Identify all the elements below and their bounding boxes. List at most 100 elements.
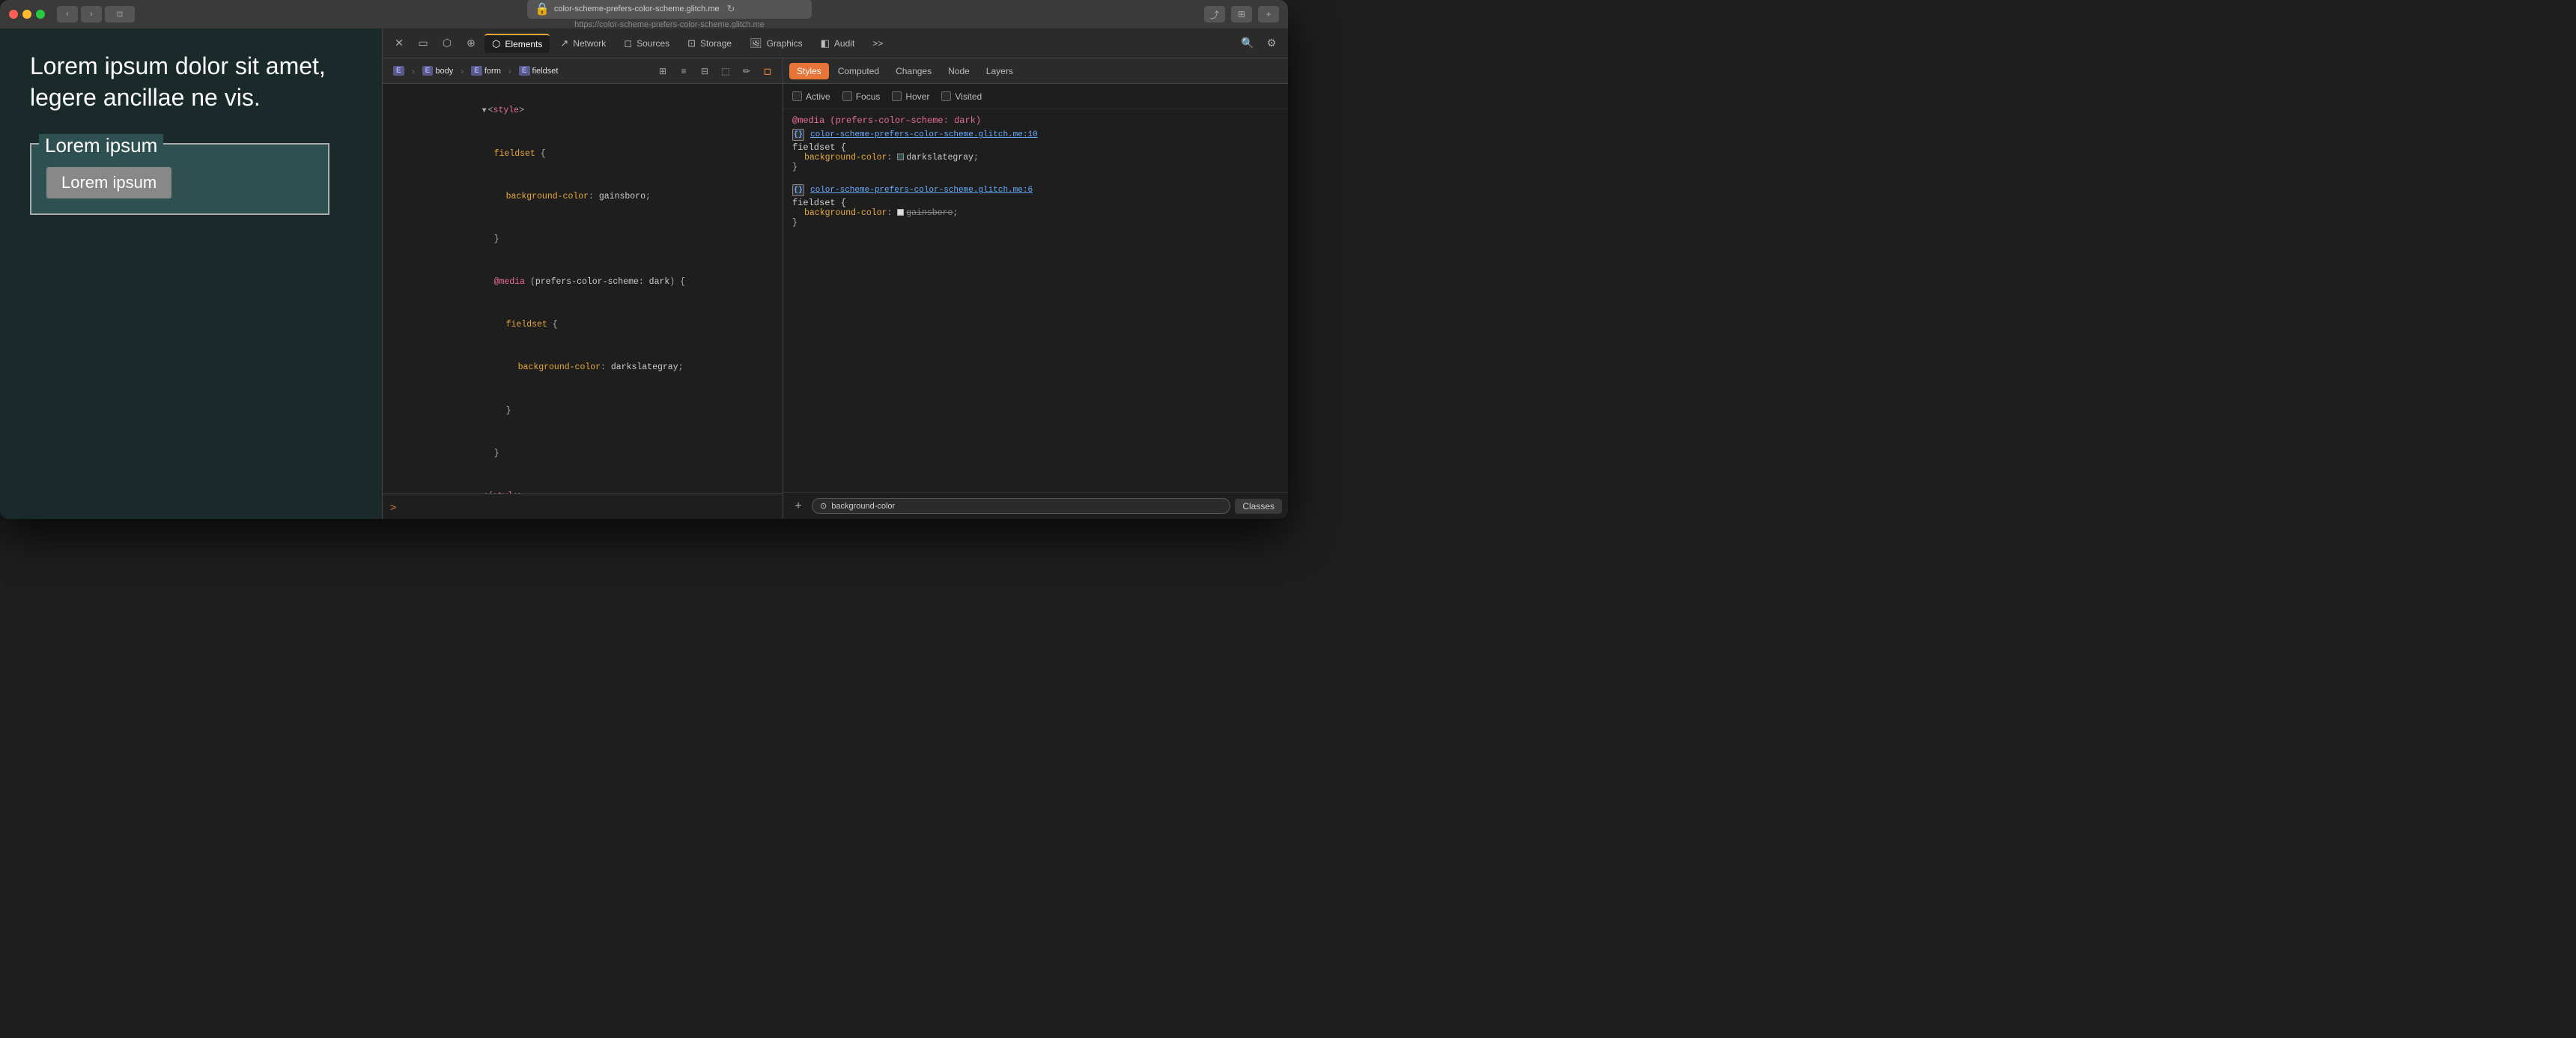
- breadcrumb-root[interactable]: E: [389, 64, 409, 77]
- toolbar-right: ⤴ ⊞ +: [1204, 6, 1279, 22]
- rule-val-dark[interactable]: darkslategray: [906, 153, 973, 163]
- minimize-button[interactable]: [22, 10, 31, 19]
- rule-source-base: {} color-scheme-prefers-color-scheme.gli…: [792, 184, 1279, 196]
- preview-button[interactable]: Lorem ipsum: [46, 167, 171, 198]
- visited-checkbox[interactable]: [941, 91, 951, 101]
- hover-checkbox[interactable]: [892, 91, 902, 101]
- console-bar: >: [383, 494, 783, 519]
- filter-text[interactable]: background-color: [831, 502, 895, 511]
- breadcrumb-badge-body: E: [422, 66, 434, 76]
- browser-preview: Lorem ipsum dolor sit amet,legere ancill…: [0, 28, 382, 519]
- search-button[interactable]: 🔍: [1237, 33, 1258, 54]
- code-style-close[interactable]: </style>: [383, 476, 783, 494]
- back-button[interactable]: ‹: [57, 6, 78, 22]
- rule-selector-dark: fieldset {: [792, 142, 1279, 153]
- code-css-close-dark[interactable]: }: [383, 389, 783, 432]
- code-css-close-1[interactable]: }: [383, 219, 783, 261]
- media-query-label: @media (prefers-color–scheme: dark): [792, 115, 1279, 126]
- rule-prop-dark[interactable]: background-color: [804, 153, 887, 163]
- graphics-tab-label: Graphics: [767, 38, 803, 49]
- styles-panel: Styles Computed Changes Node Layers Acti…: [783, 58, 1288, 519]
- tab-styles[interactable]: Styles: [789, 63, 829, 79]
- preview-fieldset: Lorem ipsum Lorem ipsum: [30, 143, 329, 215]
- breadcrumb-form[interactable]: E form: [467, 64, 505, 77]
- sidebar-toggle[interactable]: ⊡: [105, 6, 135, 22]
- code-css-bg-dark[interactable]: background-color: darkslategray;: [383, 347, 783, 389]
- sources-tab-label: Sources: [637, 38, 669, 49]
- state-active[interactable]: Active: [792, 91, 830, 102]
- tab-sources[interactable]: ◻ Sources: [616, 34, 677, 52]
- share-button[interactable]: ⤴: [1204, 6, 1225, 22]
- tab-elements[interactable]: ⬡ Elements: [484, 34, 550, 53]
- elements-tab-icon: ⬡: [492, 38, 500, 50]
- color-scheme-tool[interactable]: ◻: [759, 62, 777, 80]
- refresh-button[interactable]: ↻: [727, 3, 735, 15]
- maximize-button[interactable]: [36, 10, 45, 19]
- tab-storage[interactable]: ⊡ Storage: [680, 34, 739, 52]
- state-visited[interactable]: Visited: [941, 91, 982, 102]
- elements-tab-label: Elements: [505, 39, 542, 49]
- inspect-button[interactable]: ⬡: [437, 33, 458, 54]
- tab-more[interactable]: >>: [865, 35, 890, 52]
- devtools-toolbar: ✕ ▭ ⬡ ⊕ ⬡ Elements ↗ Network ◻ Sources ⊡: [383, 28, 1288, 58]
- layout-grid-tool[interactable]: ⊞: [654, 62, 672, 80]
- rule-val-base[interactable]: gainsboro: [906, 208, 953, 218]
- color-swatch-base[interactable]: [897, 209, 904, 216]
- paint-tool[interactable]: ✏: [738, 62, 756, 80]
- dock-button[interactable]: ▭: [413, 33, 434, 54]
- rule-semi-dark: ;: [973, 153, 979, 163]
- url-bar[interactable]: 🔒 color-scheme-prefers-color-scheme.glit…: [527, 0, 812, 19]
- storage-tab-label: Storage: [700, 38, 732, 49]
- tab-computed[interactable]: Computed: [830, 63, 887, 79]
- add-rule-button[interactable]: +: [789, 497, 807, 515]
- active-label: Active: [806, 91, 830, 102]
- forward-button[interactable]: ›: [81, 6, 102, 22]
- focus-checkbox[interactable]: [842, 91, 852, 101]
- sources-tab-icon: ◻: [624, 37, 632, 49]
- rule-file-base[interactable]: color-scheme-prefers-color-scheme.glitch…: [810, 186, 1033, 195]
- color-swatch-dark[interactable]: [897, 154, 904, 160]
- graphics-tab-icon: 🖼: [750, 37, 762, 49]
- breadcrumb-body[interactable]: E body: [418, 64, 458, 77]
- filter-input[interactable]: ⊙ background-color: [812, 498, 1230, 514]
- code-css-bg-gainsboro[interactable]: background-color: gainsboro;: [383, 175, 783, 218]
- lock-icon: 🔒: [535, 1, 550, 16]
- settings-button[interactable]: ⚙: [1261, 33, 1282, 54]
- breadcrumb-sep-3: ›: [508, 66, 511, 76]
- rule-colon-base: :: [887, 208, 892, 218]
- breadcrumb-sep-1: ›: [412, 66, 415, 76]
- tab-graphics[interactable]: 🖼 Graphics: [742, 34, 810, 52]
- close-button[interactable]: [9, 10, 18, 19]
- code-css-fieldset-dark[interactable]: fieldset {: [383, 304, 783, 347]
- url-bar-wrapper: 🔒 color-scheme-prefers-color-scheme.glit…: [156, 0, 1183, 29]
- tabs-button[interactable]: ⊞: [1231, 6, 1252, 22]
- tab-network[interactable]: ↗ Network: [553, 34, 613, 52]
- state-hover[interactable]: Hover: [892, 91, 929, 102]
- classes-button[interactable]: Classes: [1235, 499, 1282, 514]
- console-prompt[interactable]: >: [390, 501, 396, 513]
- close-devtools-button[interactable]: ✕: [389, 33, 410, 54]
- tab-layers[interactable]: Layers: [979, 63, 1021, 79]
- elements-panel: E › E body › E form ›: [383, 58, 783, 519]
- code-media-query[interactable]: @media (prefers-color-scheme: dark) {: [383, 261, 783, 304]
- new-tab-button[interactable]: +: [1258, 6, 1279, 22]
- rule-prop-base[interactable]: background-color: [804, 208, 887, 218]
- code-media-close[interactable]: }: [383, 432, 783, 475]
- code-style-open[interactable]: ▼<style>: [383, 90, 783, 133]
- flexbox-tool[interactable]: ≡: [675, 62, 693, 80]
- breadcrumb-fieldset[interactable]: E fieldset: [514, 64, 563, 77]
- audit-tab-icon: ◧: [821, 37, 830, 49]
- layers-tool[interactable]: ⬚: [717, 62, 735, 80]
- tab-changes[interactable]: Changes: [888, 63, 939, 79]
- state-focus[interactable]: Focus: [842, 91, 881, 102]
- network-tab-label: Network: [573, 38, 606, 49]
- audit-tab-label: Audit: [834, 38, 854, 49]
- tab-node[interactable]: Node: [941, 63, 977, 79]
- tab-audit[interactable]: ◧ Audit: [813, 34, 863, 52]
- code-css-fieldset-open[interactable]: fieldset {: [383, 133, 783, 175]
- active-checkbox[interactable]: [792, 91, 802, 101]
- select-element-button[interactable]: ⊕: [461, 33, 482, 54]
- traffic-lights: [9, 10, 45, 19]
- rule-file-dark[interactable]: color-scheme-prefers-color-scheme.glitch…: [810, 130, 1038, 139]
- grid-overlay-tool[interactable]: ⊟: [696, 62, 714, 80]
